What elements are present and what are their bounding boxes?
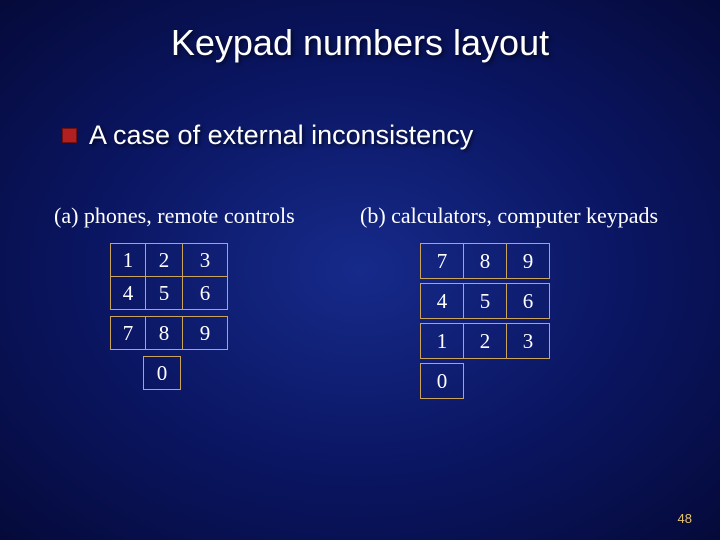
keypad-b: 7 8 9 4 5 6 1 2 3 0 bbox=[420, 243, 550, 399]
key-a-2: 2 bbox=[145, 243, 183, 277]
key-a-7: 7 bbox=[110, 316, 146, 350]
keypad-captions: (a) phones, remote controls (b) calculat… bbox=[0, 203, 720, 229]
key-a-4: 4 bbox=[110, 276, 146, 310]
bullet-text: A case of external inconsistency bbox=[89, 120, 473, 151]
keypads-area: 1 2 3 4 5 6 7 8 9 0 7 8 9 4 5 6 1 bbox=[0, 229, 720, 429]
key-b-6: 6 bbox=[506, 283, 550, 319]
key-b-1: 1 bbox=[420, 323, 464, 359]
keypad-a: 1 2 3 4 5 6 7 8 9 0 bbox=[110, 243, 228, 390]
key-a-6: 6 bbox=[182, 276, 228, 310]
key-b-9: 9 bbox=[506, 243, 550, 279]
square-bullet-icon bbox=[62, 128, 77, 143]
key-b-2: 2 bbox=[463, 323, 507, 359]
key-a-9: 9 bbox=[182, 316, 228, 350]
key-a-1: 1 bbox=[110, 243, 146, 277]
key-b-5: 5 bbox=[463, 283, 507, 319]
key-a-8: 8 bbox=[145, 316, 183, 350]
key-a-5: 5 bbox=[145, 276, 183, 310]
key-a-3: 3 bbox=[182, 243, 228, 277]
key-b-3: 3 bbox=[506, 323, 550, 359]
key-b-7: 7 bbox=[420, 243, 464, 279]
key-b-8: 8 bbox=[463, 243, 507, 279]
key-b-4: 4 bbox=[420, 283, 464, 319]
bullet-row: A case of external inconsistency bbox=[62, 120, 720, 151]
page-title: Keypad numbers layout bbox=[0, 0, 720, 64]
slide-number: 48 bbox=[678, 511, 692, 526]
caption-b: (b) calculators, computer keypads bbox=[360, 203, 658, 229]
key-b-0: 0 bbox=[420, 363, 464, 399]
key-a-0: 0 bbox=[143, 356, 181, 390]
caption-a: (a) phones, remote controls bbox=[54, 203, 354, 229]
